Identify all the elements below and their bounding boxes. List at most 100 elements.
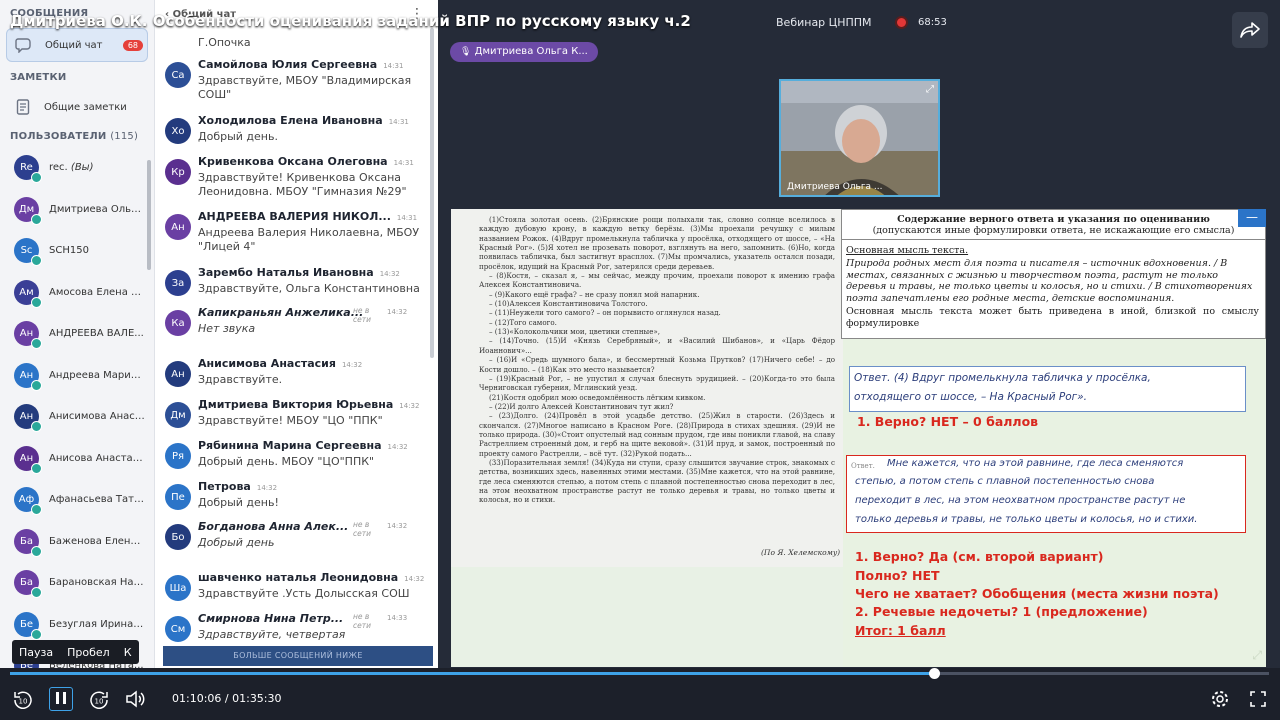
message-author: Кривенкова Оксана Олеговна 14:31 (198, 155, 414, 168)
active-speaker-name: Дмитриева Ольга К... (474, 46, 588, 57)
message-author: шавченко наталья Леонидовна 14:32 (198, 571, 425, 584)
slide-green-area (451, 567, 843, 667)
slide-minimize-button[interactable]: — (1238, 209, 1266, 227)
mic-status-icon (31, 172, 42, 184)
user-list-item[interactable]: Ан Анисова Анастас... (0, 438, 154, 480)
sidebar-item-general-chat[interactable]: Общий чат 68 (6, 28, 148, 62)
skip-back-icon: 10 (14, 691, 32, 709)
user-list-item[interactable]: Бе Безуглая Ирина В... (0, 604, 154, 646)
source-text-paragraph: – (8)Костя, – сказал я, – мы сейчас, меж… (479, 271, 835, 290)
user-list-item[interactable]: Аф Афанасьева Тать... (0, 479, 154, 521)
slide-source-text: (1)Стояла золотая осень. (2)Брянские рощ… (451, 209, 843, 567)
message-time: 14:32 (387, 308, 408, 316)
more-messages-button[interactable]: БОЛЬШЕ СООБЩЕНИЙ НИЖЕ (163, 646, 433, 666)
evaluation-line: Полно? НЕТ (855, 568, 940, 583)
mic-status-icon (31, 628, 42, 640)
user-name: Барановская Нат... (49, 577, 145, 589)
users-heading-label: ПОЛЬЗОВАТЕЛИ (10, 131, 107, 142)
active-speaker-pill: 🎙 Дмитриева Ольга К... (450, 42, 598, 62)
student-answer-1-line: Ответ. (4) Вдруг промелькнула табличка у… (854, 372, 1151, 384)
chat-message: Са Самойлова Юлия Сергеевна 14:31 Здравству… (165, 58, 427, 114)
message-time: 14:31 (393, 159, 414, 167)
settings-button[interactable] (1210, 689, 1230, 712)
avatar: Ам (14, 279, 42, 308)
student-answer-1-line: отходящего от шоссе, – На Красный Рог». (854, 391, 1087, 403)
message-time: 14:31 (383, 62, 404, 70)
user-list-item[interactable]: Ам Амосова Елена Г... (0, 272, 154, 314)
message-time: 14:33 (387, 614, 408, 622)
message-author: Самойлова Юлия Сергеевна 14:31 (198, 58, 404, 71)
user-list-item[interactable]: Ба Баженова Елена ... (0, 521, 154, 563)
sidebar-scrollbar[interactable] (147, 160, 151, 270)
chat-message-fragment: Г.Опочка (198, 36, 251, 49)
mic-status-icon (31, 338, 42, 350)
user-list: Re rec. (Вы) Дм Дмитриева Ольга... Sc SCH150… (0, 147, 154, 668)
avatar: См (165, 616, 191, 642)
hotkey-label: К (123, 645, 132, 659)
mic-status-icon (31, 255, 42, 267)
user-list-item[interactable]: Ан Анисимова Анаст... (0, 396, 154, 438)
student-answer-1: Ответ. (4) Вдруг промелькнула табличка у… (849, 366, 1246, 412)
avatar: Ан (14, 321, 42, 350)
user-list-item[interactable]: Ан АНДРЕЕВА ВАЛЕ... (0, 313, 154, 355)
student-answer-2: Ответ. Мне кажется, что на этой равнине,… (846, 455, 1246, 533)
share-button[interactable] (1232, 12, 1268, 48)
student-answer-2-line: переходит в лес, на этом неохватном прос… (855, 495, 1186, 506)
avatar: Бе (14, 611, 42, 640)
slide-text-author: (По Я. Хелемскому) (761, 548, 841, 557)
avatar: Ан (165, 214, 191, 240)
pause-button[interactable] (49, 687, 73, 711)
message-text: Добрый день (198, 536, 275, 549)
message-time: 14:32 (379, 270, 400, 278)
message-author: Петрова 14:32 (198, 480, 278, 493)
record-indicator-icon[interactable] (895, 16, 908, 29)
message-text: Добрый день! (198, 496, 279, 509)
presenter-face-image (781, 81, 938, 195)
presenter-video[interactable]: ⤢ Дмитриева Ольга ... (779, 79, 940, 197)
message-author: АНДРЕЕВА ВАЛЕРИЯ НИКОЛ... 14:31 (198, 210, 418, 223)
progress-bar[interactable] (10, 668, 1269, 679)
user-list-item[interactable]: Дм Дмитриева Ольга... (0, 189, 154, 231)
webinar-label: Вебинар ЦНППМ (776, 16, 872, 29)
expand-video-icon[interactable]: ⤢ (926, 84, 934, 95)
users-heading: ПОЛЬЗОВАТЕЛИ (115) (0, 129, 154, 145)
criteria-subtitle: (допускаются иные формулировки ответа, н… (872, 225, 1235, 236)
user-list-item[interactable]: Ан Андреева Марин... (0, 355, 154, 397)
avatar: Пе (165, 484, 191, 510)
verdict-1: 1. Верно? НЕТ – 0 баллов (857, 414, 1039, 429)
chat-scrollbar[interactable] (430, 28, 434, 358)
unread-badge: 68 (122, 39, 143, 51)
avatar: Ба (14, 528, 42, 557)
sidebar-item-shared-notes[interactable]: Общие заметки (6, 90, 148, 124)
volume-button[interactable] (124, 689, 146, 712)
message-text: Здравствуйте! Кривенкова Оксана Леонидов… (198, 171, 407, 198)
mic-status-icon (31, 379, 42, 391)
evaluation-line: 2. Речевые недочеты? 1 (предложение) (855, 604, 1148, 619)
notes-icon (10, 96, 36, 118)
fullscreen-button[interactable] (1248, 689, 1268, 712)
hotkey-label: Пауза (19, 645, 54, 659)
user-list-item[interactable]: Ба Барановская Нат... (0, 562, 154, 604)
presenter-name: Дмитриева Ольга ... (787, 182, 883, 192)
skip-back-button[interactable]: 10 (12, 689, 34, 714)
message-time: 14:32 (404, 575, 425, 583)
user-name: Баженова Елена ... (49, 535, 145, 547)
fullscreen-slide-icon[interactable]: ⤢ (1252, 648, 1262, 663)
avatar: Ан (14, 445, 42, 474)
source-text-paragraph: – (22)И долго Алексей Константинович тут… (489, 401, 674, 411)
user-list-item[interactable]: Sc SCH150 (0, 230, 154, 272)
skip-forward-button[interactable]: 10 (88, 689, 110, 714)
volume-icon (126, 690, 145, 708)
message-time: 14:31 (396, 214, 418, 222)
criteria-alternative: Основная мысль текста может быть приведе… (846, 306, 1259, 329)
criteria-body: Природа родных мест для поэта и писателя… (846, 258, 1253, 304)
message-text: Нет звука (198, 322, 256, 335)
notes-heading: ЗАМЕТКИ (10, 72, 67, 83)
progress-handle[interactable] (929, 668, 941, 679)
user-name: АНДРЕЕВА ВАЛЕ... (49, 328, 144, 340)
mic-status-icon (31, 421, 42, 433)
share-arrow-icon (1240, 22, 1260, 38)
user-list-item[interactable]: Re rec. (Вы) (0, 147, 154, 189)
sidebar: СООБЩЕНИЯ Общий чат 68 ЗАМЕТКИ Общие зам… (0, 0, 155, 668)
chat-panel: ‹ Общий чат ⋮ Г.Опочка Са Самойлова Юлия … (155, 0, 438, 668)
